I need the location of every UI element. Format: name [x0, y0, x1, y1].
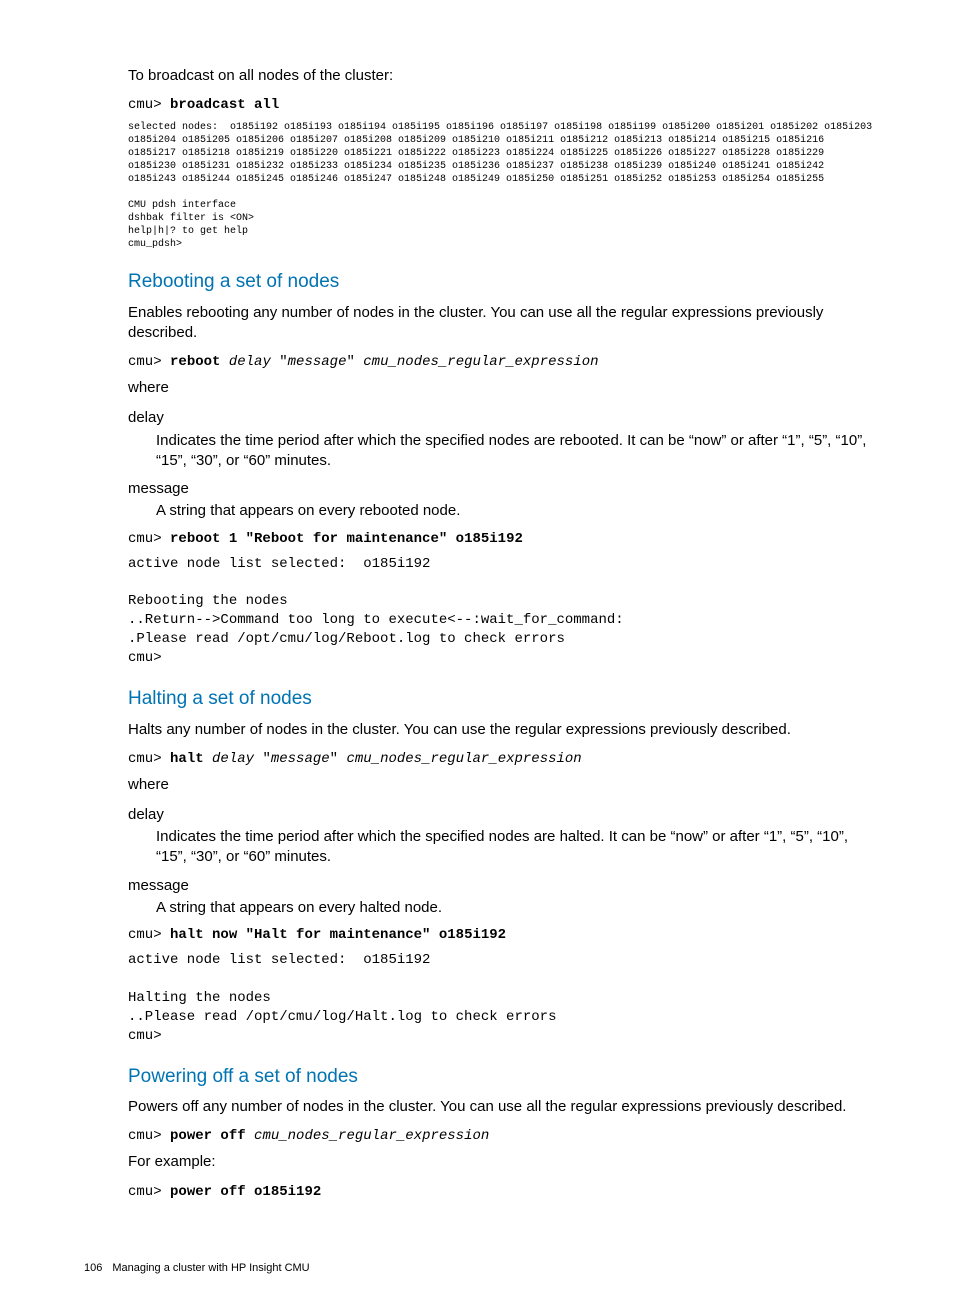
- cmd: power off o185i192: [170, 1184, 321, 1200]
- reboot-description: Enables rebooting any number of nodes in…: [128, 303, 874, 344]
- prompt: cmu>: [128, 354, 170, 370]
- prompt: cmu>: [128, 97, 170, 113]
- prompt: cmu>: [128, 1128, 170, 1144]
- cmd: reboot: [170, 354, 220, 370]
- halt-syntax: cmu> halt delay "message" cmu_nodes_regu…: [128, 750, 874, 769]
- reboot-example-output: active node list selected: o185i192 Rebo…: [128, 555, 874, 668]
- arg: delay: [204, 751, 263, 767]
- reboot-syntax: cmu> reboot delay "message" cmu_nodes_re…: [128, 353, 874, 372]
- page-footer: 106 Managing a cluster with HP Insight CM…: [84, 1261, 830, 1276]
- cmd: reboot 1 "Reboot for maintenance" o185i1…: [170, 531, 523, 547]
- arg: message: [271, 751, 330, 767]
- quote: ": [279, 354, 287, 370]
- footer-title: Managing a cluster with HP Insight CMU: [112, 1262, 309, 1274]
- message-term: message: [128, 876, 874, 896]
- quote: ": [262, 751, 270, 767]
- reboot-example-cmd: cmu> reboot 1 "Reboot for maintenance" o…: [128, 530, 874, 549]
- delay-term: delay: [128, 408, 874, 428]
- quote: ": [330, 751, 347, 767]
- quote: ": [346, 354, 363, 370]
- page-number: 106: [84, 1262, 102, 1274]
- for-example-label: For example:: [128, 1152, 874, 1172]
- poweroff-example-cmd: cmu> power off o185i192: [128, 1183, 874, 1202]
- broadcast-command: cmu> broadcast all: [128, 96, 874, 115]
- prompt: cmu>: [128, 927, 170, 943]
- delay-term: delay: [128, 805, 874, 825]
- arg: cmu_nodes_regular_expression: [346, 751, 581, 767]
- delay-definition: Indicates the time period after which th…: [156, 827, 874, 868]
- cmd: power off: [170, 1128, 246, 1144]
- command-bold: broadcast all: [170, 97, 279, 113]
- delay-definition: Indicates the time period after which th…: [156, 431, 874, 472]
- section-heading-reboot: Rebooting a set of nodes: [128, 269, 874, 295]
- halt-example-output: active node list selected: o185i192 Halt…: [128, 951, 874, 1045]
- prompt: cmu>: [128, 751, 170, 767]
- halt-description: Halts any number of nodes in the cluster…: [128, 720, 874, 740]
- section-heading-halt: Halting a set of nodes: [128, 686, 874, 712]
- where-label: where: [128, 378, 874, 398]
- broadcast-output: selected nodes: o185i192 o185i193 o185i1…: [128, 121, 874, 251]
- arg: message: [288, 354, 347, 370]
- message-definition: A string that appears on every halted no…: [156, 898, 874, 918]
- poweroff-syntax: cmu> power off cmu_nodes_regular_express…: [128, 1127, 874, 1146]
- arg: delay: [220, 354, 279, 370]
- prompt: cmu>: [128, 1184, 170, 1200]
- arg: cmu_nodes_regular_expression: [363, 354, 598, 370]
- halt-example-cmd: cmu> halt now "Halt for maintenance" o18…: [128, 926, 874, 945]
- intro-paragraph: To broadcast on all nodes of the cluster…: [128, 66, 874, 86]
- cmd: halt now "Halt for maintenance" o185i192: [170, 927, 506, 943]
- section-heading-poweroff: Powering off a set of nodes: [128, 1064, 874, 1090]
- where-label: where: [128, 775, 874, 795]
- message-definition: A string that appears on every rebooted …: [156, 501, 874, 521]
- cmd: halt: [170, 751, 204, 767]
- message-term: message: [128, 479, 874, 499]
- arg: cmu_nodes_regular_expression: [246, 1128, 490, 1144]
- poweroff-description: Powers off any number of nodes in the cl…: [128, 1097, 874, 1117]
- prompt: cmu>: [128, 531, 170, 547]
